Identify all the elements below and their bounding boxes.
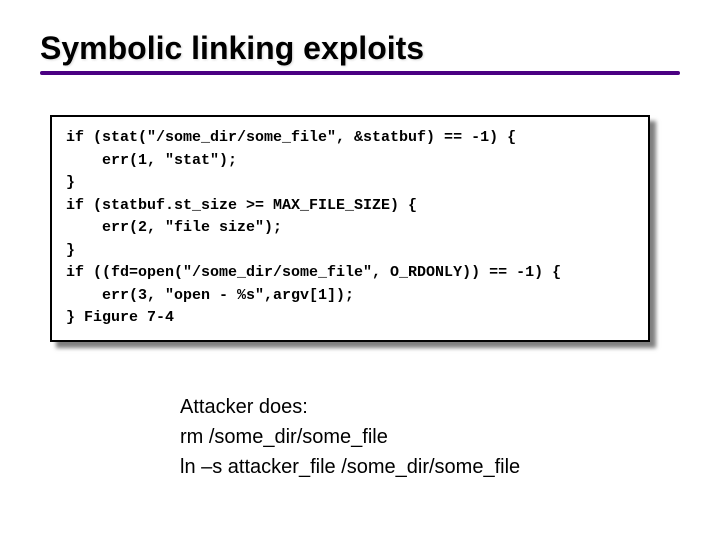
- slide: Symbolic linking exploits if (stat("/som…: [0, 0, 720, 540]
- attacker-line-2: rm /some_dir/some_file: [180, 422, 680, 452]
- attacker-line-1: Attacker does:: [180, 392, 680, 422]
- attacker-steps: Attacker does: rm /some_dir/some_file ln…: [180, 392, 680, 482]
- attacker-line-3: ln –s attacker_file /some_dir/some_file: [180, 452, 680, 482]
- code-content: if (stat("/some_dir/some_file", &statbuf…: [66, 129, 561, 326]
- title-underline: [40, 71, 680, 75]
- page-title: Symbolic linking exploits: [40, 30, 680, 67]
- code-example-box: if (stat("/some_dir/some_file", &statbuf…: [50, 115, 650, 342]
